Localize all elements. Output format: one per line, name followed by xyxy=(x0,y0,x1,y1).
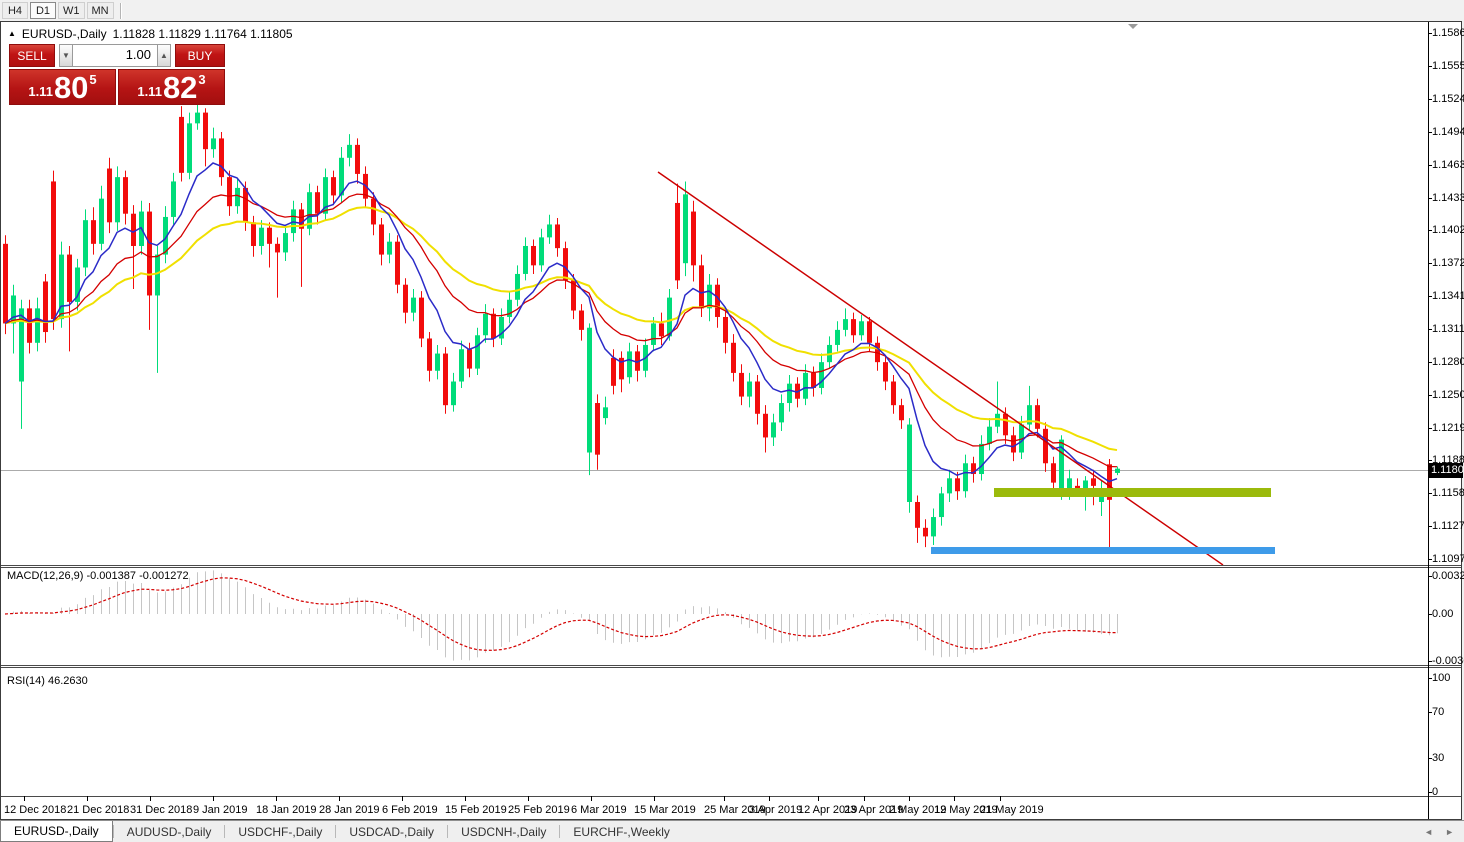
collapse-triangle-icon[interactable]: ▲ xyxy=(8,29,16,38)
chart-tabs: EURUSD-,DailyAUDUSD-,DailyUSDCHF-,DailyU… xyxy=(0,821,683,842)
symbol-period-label: EURUSD-,Daily xyxy=(22,27,107,41)
price-scale-label: 1.14025 xyxy=(1432,224,1464,236)
ask-big-digits: 82 xyxy=(163,74,197,102)
timeframe-toolbar: H4D1W1MN xyxy=(0,0,1464,21)
volume-input[interactable]: 1.00 xyxy=(73,44,157,67)
chart-tab-bar: EURUSD-,DailyAUDUSD-,DailyUSDCHF-,DailyU… xyxy=(0,820,1464,842)
price-scale-label: 1.14940 xyxy=(1432,126,1464,138)
date-axis-label: 25 Feb 2019 xyxy=(508,804,570,816)
macd-scale-label: 0.003287 xyxy=(1432,570,1464,582)
timeframe-button-mn[interactable]: MN xyxy=(87,2,114,19)
date-axis-label: 12 Dec 2018 xyxy=(4,804,66,816)
timeframe-button-h4[interactable]: H4 xyxy=(2,2,28,19)
bid-pip-digit: 5 xyxy=(89,72,96,87)
tab-scroll-arrows: ◄ ► xyxy=(1424,821,1464,842)
price-scale-label: 1.13720 xyxy=(1432,257,1464,269)
ask-prefix: 1.11 xyxy=(137,84,162,99)
current-price-box: 1.11805 xyxy=(1428,463,1463,478)
volume-decrease-button[interactable]: ▼ xyxy=(59,44,73,67)
chart-tab-eurchf-weekly[interactable]: EURCHF-,Weekly xyxy=(560,821,682,842)
bid-big-digits: 80 xyxy=(54,74,88,102)
price-scale-label: 1.15550 xyxy=(1432,60,1464,72)
date-axis-label: 15 Mar 2019 xyxy=(634,804,696,816)
chart-tab-usdcnh-daily[interactable]: USDCNH-,Daily xyxy=(448,821,559,842)
price-scale-label: 1.10970 xyxy=(1432,553,1464,565)
macd-indicator-label: MACD(12,26,9) -0.001387 -0.001272 xyxy=(7,570,189,582)
rsi-scale-label: 0 xyxy=(1432,786,1438,798)
rsi-indicator-label: RSI(14) 46.2630 xyxy=(7,675,88,687)
timeframe-button-d1[interactable]: D1 xyxy=(30,2,56,19)
price-scale-label: 1.15860 xyxy=(1432,27,1464,39)
date-axis-label: 15 Feb 2019 xyxy=(445,804,507,816)
macd-scale-label: -0.003659 xyxy=(1432,655,1464,667)
price-scale-label: 1.11580 xyxy=(1432,487,1464,499)
sell-button[interactable]: SELL xyxy=(9,44,55,67)
chart-title: ▲ EURUSD-,Daily 1.11828 1.11829 1.11764 … xyxy=(8,27,293,41)
price-scale-label: 1.14330 xyxy=(1432,192,1464,204)
macd-scale-label: 0.00 xyxy=(1432,608,1453,620)
tab-scroll-left-icon[interactable]: ◄ xyxy=(1424,827,1433,837)
ask-pip-digit: 3 xyxy=(198,72,205,87)
toolbar-separator xyxy=(120,3,121,19)
price-scale-label: 1.12500 xyxy=(1432,389,1464,401)
volume-increase-button[interactable]: ▲ xyxy=(157,44,171,67)
bid-prefix: 1.11 xyxy=(28,84,53,99)
price-scale-label: 1.13110 xyxy=(1432,323,1464,335)
date-axis-label: 21 Dec 2018 xyxy=(67,804,129,816)
one-click-trading-widget: SELL ▼ 1.00 ▲ BUY 1.11 80 5 1.11 82 3 xyxy=(9,44,225,105)
date-axis-label: 6 Mar 2019 xyxy=(571,804,627,816)
price-scale-label: 1.15245 xyxy=(1432,93,1464,105)
chart-tab-audusd-daily[interactable]: AUDUSD-,Daily xyxy=(114,821,225,842)
rsi-scale-label: 70 xyxy=(1432,706,1444,718)
chart-tab-usdcad-daily[interactable]: USDCAD-,Daily xyxy=(336,821,447,842)
buy-button[interactable]: BUY xyxy=(175,44,225,67)
tab-scroll-right-icon[interactable]: ► xyxy=(1445,827,1454,837)
rsi-scale-label: 100 xyxy=(1432,672,1450,684)
date-axis-label: 28 Jan 2019 xyxy=(319,804,380,816)
date-axis-label: 31 Dec 2018 xyxy=(130,804,192,816)
date-axis-label: 6 Feb 2019 xyxy=(382,804,438,816)
date-axis-label: 3 Apr 2019 xyxy=(749,804,802,816)
chart-tab-eurusd-daily[interactable]: EURUSD-,Daily xyxy=(0,821,113,842)
timeframe-button-w1[interactable]: W1 xyxy=(58,2,85,19)
date-axis-label: 9 Jan 2019 xyxy=(193,804,247,816)
chart-shift-marker-icon[interactable] xyxy=(1128,24,1138,29)
ohlc-values: 1.11828 1.11829 1.11764 1.11805 xyxy=(113,27,293,41)
price-scale-label: 1.12805 xyxy=(1432,356,1464,368)
date-axis-label: 21 May 2019 xyxy=(980,804,1044,816)
price-scale-label: 1.13415 xyxy=(1432,290,1464,302)
ask-quote-button[interactable]: 1.11 82 3 xyxy=(118,69,225,105)
chart-window: ▲ EURUSD-,Daily 1.11828 1.11829 1.11764 … xyxy=(0,21,1462,820)
timeframe-buttons: H4D1W1MN xyxy=(0,2,114,19)
chart-tab-usdchf-daily[interactable]: USDCHF-,Daily xyxy=(225,821,335,842)
bid-quote-button[interactable]: 1.11 80 5 xyxy=(9,69,116,105)
price-scale-label: 1.12195 xyxy=(1432,422,1464,434)
chart-canvas[interactable] xyxy=(1,22,1461,819)
price-scale-label: 1.14635 xyxy=(1432,159,1464,171)
price-scale-label: 1.11275 xyxy=(1432,520,1464,532)
date-axis-label: 18 Jan 2019 xyxy=(256,804,317,816)
rsi-scale-label: 30 xyxy=(1432,752,1444,764)
